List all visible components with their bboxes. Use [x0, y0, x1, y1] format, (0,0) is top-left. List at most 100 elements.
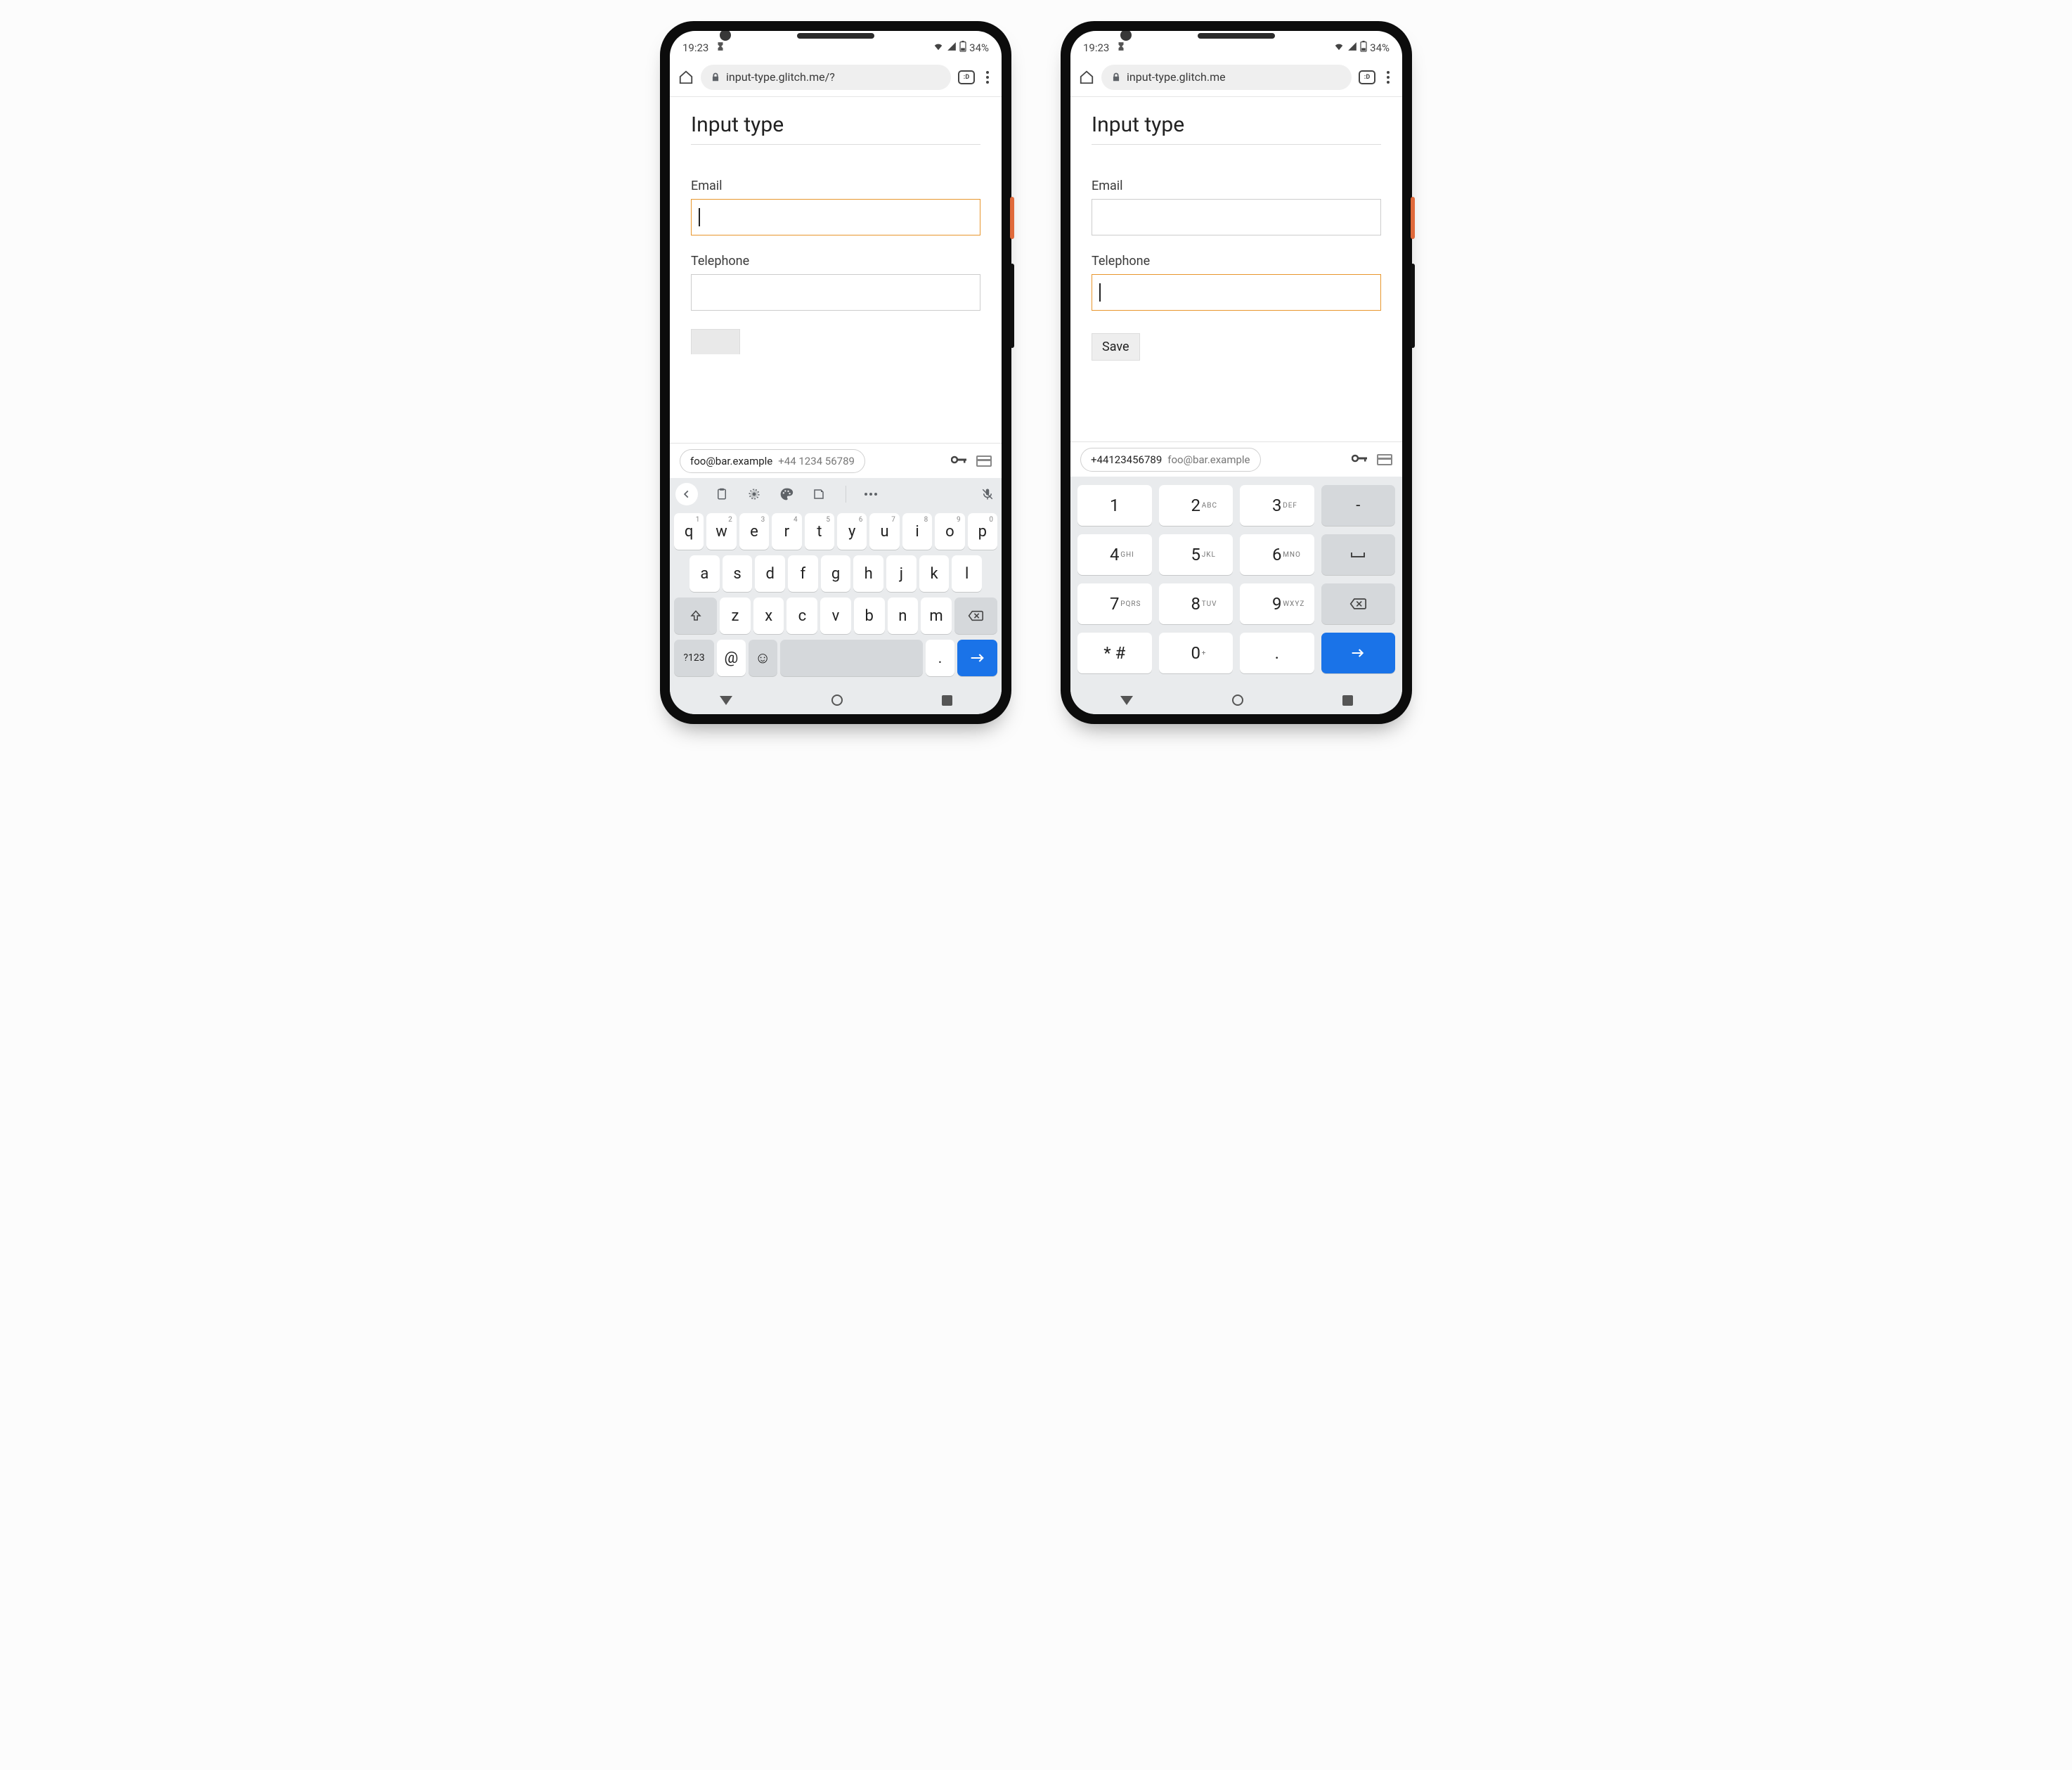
key-p[interactable]: p0: [968, 513, 997, 550]
power-button[interactable]: [1411, 197, 1415, 239]
key-w[interactable]: w2: [706, 513, 736, 550]
numkey-2[interactable]: 2ABC: [1159, 485, 1234, 526]
enter-key[interactable]: [957, 640, 997, 676]
email-label: Email: [1092, 179, 1381, 193]
numkey-6[interactable]: 6MNO: [1240, 534, 1314, 575]
space-key[interactable]: [1321, 534, 1396, 575]
address-bar[interactable]: input-type.glitch.me: [1101, 65, 1352, 90]
key-o[interactable]: o9: [935, 513, 964, 550]
tabs-button[interactable]: :D: [1359, 70, 1375, 84]
page-content: Input type Email Telephone: [670, 97, 1002, 443]
power-button[interactable]: [1010, 197, 1014, 239]
page-title: Input type: [1092, 112, 1381, 145]
key-k[interactable]: k: [919, 555, 950, 592]
nav-home-icon[interactable]: [831, 695, 843, 706]
home-icon[interactable]: [678, 70, 694, 85]
numkey-8[interactable]: 8TUV: [1159, 583, 1234, 624]
backspace-key[interactable]: [954, 597, 997, 634]
nav-back-icon[interactable]: [1120, 696, 1133, 705]
home-icon[interactable]: [1079, 70, 1094, 85]
overflow-menu-icon[interactable]: [1383, 71, 1394, 84]
numkey-4[interactable]: 4GHI: [1077, 534, 1152, 575]
keyboard-more-icon[interactable]: [865, 493, 877, 496]
numkey-[interactable]: .: [1240, 633, 1314, 673]
key-j[interactable]: j: [886, 555, 917, 592]
key-u[interactable]: u7: [869, 513, 899, 550]
autofill-chip[interactable]: foo@bar.example +44 1234 56789: [680, 449, 865, 473]
key-s[interactable]: s: [723, 555, 753, 592]
key-t[interactable]: t5: [805, 513, 834, 550]
numkey-1[interactable]: 1: [1077, 485, 1152, 526]
payment-card-icon[interactable]: [1377, 454, 1392, 465]
key-h[interactable]: h: [853, 555, 883, 592]
password-key-icon[interactable]: [1352, 451, 1368, 468]
key-n[interactable]: n: [888, 597, 919, 634]
nav-back-icon[interactable]: [720, 696, 732, 705]
autofill-primary: foo@bar.example: [690, 455, 772, 467]
wifi-icon: [1333, 41, 1345, 54]
key-m[interactable]: m: [921, 597, 952, 634]
clock: 19:23: [1083, 41, 1109, 54]
email-field[interactable]: [691, 199, 980, 235]
signal-icon: [947, 41, 957, 54]
phone-right: 19:23 34% input-type.glitch.me :D Input …: [1061, 21, 1412, 724]
shift-key[interactable]: [674, 597, 717, 634]
key-b[interactable]: b: [854, 597, 885, 634]
key-a[interactable]: a: [689, 555, 720, 592]
nav-recents-icon[interactable]: [1342, 695, 1353, 706]
numkey-5[interactable]: 5JKL: [1159, 534, 1234, 575]
backspace-key[interactable]: [1321, 583, 1396, 624]
payment-card-icon[interactable]: [976, 456, 992, 467]
numkey-0[interactable]: 0+: [1159, 633, 1234, 673]
symbols-key[interactable]: ?123: [674, 640, 714, 676]
telephone-field[interactable]: [1092, 274, 1381, 311]
key-z[interactable]: z: [720, 597, 751, 634]
key-e[interactable]: e3: [739, 513, 769, 550]
signal-icon: [1347, 41, 1357, 54]
key-v[interactable]: v: [820, 597, 851, 634]
key-l[interactable]: l: [952, 555, 982, 592]
save-button[interactable]: Save: [1092, 333, 1140, 361]
numkey-3[interactable]: 3DEF: [1240, 485, 1314, 526]
keyboard-row-4: ?123 @ ☺ .: [670, 637, 1002, 679]
clipboard-icon[interactable]: [713, 486, 730, 503]
space-key[interactable]: [780, 640, 924, 676]
email-field[interactable]: [1092, 199, 1381, 235]
at-key[interactable]: @: [717, 640, 746, 676]
volume-button[interactable]: [1010, 264, 1014, 348]
nav-recents-icon[interactable]: [942, 695, 952, 706]
gear-icon[interactable]: [746, 486, 763, 503]
key-i[interactable]: i8: [902, 513, 932, 550]
autofill-chip[interactable]: +44123456789 foo@bar.example: [1080, 448, 1261, 472]
key-q[interactable]: q1: [674, 513, 704, 550]
palette-icon[interactable]: [778, 486, 795, 503]
key-d[interactable]: d: [755, 555, 785, 592]
dash-key[interactable]: -: [1321, 485, 1396, 526]
key-g[interactable]: g: [821, 555, 851, 592]
tabs-button[interactable]: :D: [958, 70, 975, 84]
status-bar: 19:23 34%: [670, 31, 1002, 58]
nav-home-icon[interactable]: [1232, 695, 1243, 706]
emoji-key[interactable]: ☺: [749, 640, 777, 676]
lock-icon: [711, 72, 720, 82]
key-y[interactable]: y6: [837, 513, 867, 550]
enter-key[interactable]: [1321, 633, 1396, 673]
keyboard-back-icon[interactable]: [675, 483, 698, 505]
key-r[interactable]: r4: [772, 513, 801, 550]
password-key-icon[interactable]: [951, 453, 968, 470]
hourglass-icon: [1116, 41, 1126, 54]
mic-off-icon[interactable]: [979, 486, 996, 503]
numkey-[interactable]: * #: [1077, 633, 1152, 673]
period-key[interactable]: .: [926, 640, 954, 676]
keyboard-toolbar: [670, 478, 1002, 510]
overflow-menu-icon[interactable]: [982, 71, 993, 84]
numkey-7[interactable]: 7PQRS: [1077, 583, 1152, 624]
telephone-field[interactable]: [691, 274, 980, 311]
key-x[interactable]: x: [753, 597, 784, 634]
volume-button[interactable]: [1411, 264, 1415, 348]
sticker-icon[interactable]: [810, 486, 827, 503]
key-f[interactable]: f: [788, 555, 818, 592]
numkey-9[interactable]: 9WXYZ: [1240, 583, 1314, 624]
address-bar[interactable]: input-type.glitch.me/?: [701, 65, 951, 90]
key-c[interactable]: c: [786, 597, 817, 634]
